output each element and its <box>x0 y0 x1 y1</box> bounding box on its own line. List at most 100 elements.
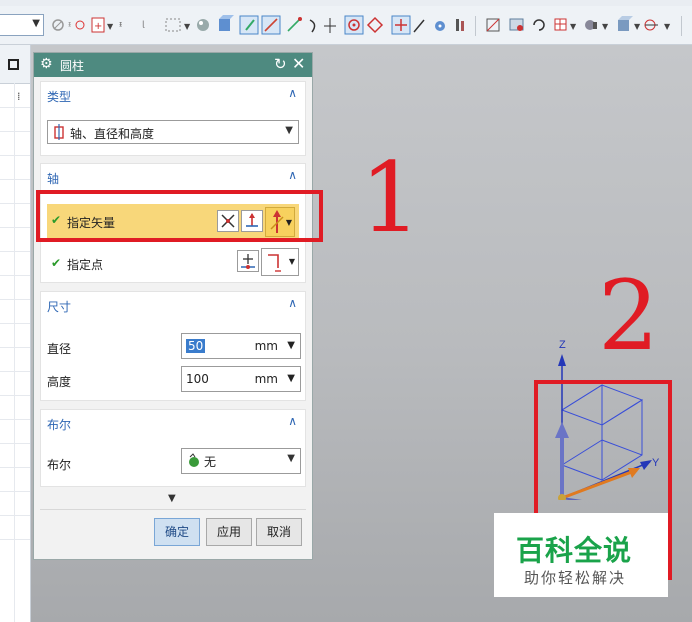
svg-text:ᶧ: ᶧ <box>68 19 72 35</box>
watermark-title: 百科全说 <box>516 534 633 567</box>
shaded-cube-icon[interactable] <box>618 16 633 31</box>
view-icon[interactable] <box>486 18 500 32</box>
cancel-button[interactable]: 取消 <box>256 518 302 546</box>
navigator-row <box>0 491 30 492</box>
svg-text:ᶩ: ᶩ <box>142 19 146 35</box>
navigator-row <box>0 251 30 252</box>
z-axis-arrow <box>558 354 566 366</box>
navigator-divider <box>14 83 15 622</box>
annotation-label-1: 1 <box>360 142 422 254</box>
apply-button[interactable]: 应用 <box>206 518 252 546</box>
chevron-down-icon[interactable]: ▼ <box>287 340 295 351</box>
diameter-label: 直径 <box>47 342 72 356</box>
footer-divider <box>40 509 306 510</box>
collapse-caret-icon[interactable]: ∧ <box>288 414 297 428</box>
navigator-row <box>0 131 30 132</box>
normal-icon[interactable] <box>324 18 336 33</box>
rotate-icon[interactable] <box>533 19 545 31</box>
navigator-row <box>0 179 30 180</box>
navigator-row <box>0 323 30 324</box>
navigator-row <box>0 107 30 108</box>
visibility-icon[interactable] <box>644 19 658 31</box>
height-value: 100 <box>186 372 209 386</box>
navigator-row <box>0 203 30 204</box>
type-select-value: 轴、直径和高度 <box>70 127 155 141</box>
scale-icon[interactable]: ᶩ <box>142 19 146 35</box>
collapse-caret-icon[interactable]: ∧ <box>288 296 297 310</box>
maximize-icon[interactable] <box>8 59 19 70</box>
boolean-label: 布尔 <box>47 458 72 472</box>
chevron-down-icon[interactable]: ▼ <box>664 22 671 31</box>
chevron-down-icon[interactable]: ▼ <box>287 373 295 384</box>
boolean-section: 布尔 ∧ 布尔 无 ▼ <box>40 409 306 487</box>
toolbar-icons: ᶧ + ▼ ᶧ ᶩ ▼ ▼ ▼ ▼ ▼ <box>52 15 682 36</box>
type-section: 类型 ∧ 轴、直径和高度 ▼ <box>40 81 306 156</box>
navigator-row <box>0 419 30 420</box>
move-icon[interactable]: ᶧ <box>119 19 123 35</box>
point-snap-icon[interactable]: ᶧ <box>68 19 85 35</box>
cylinder-axis-icon <box>54 124 64 140</box>
navigator-row <box>0 299 30 300</box>
diameter-value: 50 <box>186 339 206 353</box>
window-icon[interactable] <box>509 18 524 31</box>
diameter-unit: mm <box>254 339 278 353</box>
collapse-caret-icon[interactable]: ∧ <box>288 168 297 182</box>
chevron-down-icon: ▼ <box>285 125 293 136</box>
type-section-title[interactable]: 类型 <box>47 88 71 105</box>
point-dialog-button[interactable] <box>237 250 259 272</box>
height-input[interactable]: 100 mm ▼ <box>181 366 301 392</box>
select-icon[interactable]: + <box>91 17 105 33</box>
navigator-row <box>0 371 30 372</box>
point-dialog-icon <box>241 254 255 269</box>
sphere-icon[interactable] <box>197 19 209 31</box>
chevron-down-icon[interactable]: ▼ <box>634 22 641 31</box>
cube-icon[interactable] <box>219 15 234 31</box>
navigator-row <box>0 155 30 156</box>
height-unit: mm <box>254 372 278 386</box>
z-axis-label: Z <box>559 339 566 351</box>
line-end-icon[interactable] <box>287 17 302 32</box>
dialog-title: 圆柱 <box>60 59 85 73</box>
boolean-section-title[interactable]: 布尔 <box>47 416 71 433</box>
chevron-down-icon: ▼ <box>287 453 295 464</box>
column-marker: ⁞ <box>17 90 21 103</box>
navigator-row <box>0 347 30 348</box>
boolean-none-icon <box>189 453 199 467</box>
snap-icon[interactable] <box>52 19 64 31</box>
boolean-select[interactable]: 无 ▼ <box>181 448 301 474</box>
quadrant-icon[interactable] <box>366 16 384 34</box>
svg-text:+: + <box>94 21 102 32</box>
chevron-down-icon[interactable]: ▼ <box>602 22 609 31</box>
chevron-down-icon[interactable]: ▼ <box>184 22 191 31</box>
diameter-input[interactable]: 50 mm ▼ <box>181 333 301 359</box>
grid-icon[interactable] <box>554 18 567 31</box>
specify-point-label: 指定点 <box>67 258 104 272</box>
tangent-icon[interactable] <box>413 19 425 33</box>
dialog-titlebar: ⚙ 圆柱 ↻ ✕ <box>34 53 312 77</box>
point-on-face-icon[interactable] <box>435 21 445 31</box>
svg-text:ᶧ: ᶧ <box>119 19 123 35</box>
watermark: 百科全说 助你轻松解决 <box>494 513 668 597</box>
more-options-icon[interactable]: ▼ <box>168 493 176 504</box>
collapse-caret-icon[interactable]: ∧ <box>288 86 297 100</box>
dimensions-section: 尺寸 ∧ 直径 50 mm ▼ 高度 100 mm ▼ <box>40 291 306 401</box>
render-style-icon[interactable] <box>585 20 597 30</box>
ok-button[interactable]: 确定 <box>154 518 200 546</box>
navigator-row <box>0 227 30 228</box>
axis-section-title[interactable]: 轴 <box>47 170 59 187</box>
gear-icon: ⚙ <box>40 56 53 72</box>
bars-icon[interactable] <box>456 19 464 31</box>
box-select-icon[interactable] <box>165 18 181 32</box>
chevron-down-icon[interactable]: ▼ <box>570 22 577 31</box>
dimensions-section-title[interactable]: 尺寸 <box>47 298 71 315</box>
navigator-row <box>0 395 30 396</box>
chevron-down-icon[interactable]: ▼ <box>107 22 114 31</box>
navigator-row <box>0 443 30 444</box>
boolean-select-value: 无 <box>204 455 217 469</box>
arc-icon[interactable] <box>309 19 316 33</box>
type-select[interactable]: 轴、直径和高度 ▼ <box>47 120 299 144</box>
reset-icon[interactable]: ↻ <box>274 55 287 73</box>
height-label: 高度 <box>47 375 72 389</box>
close-icon[interactable]: ✕ <box>292 54 305 73</box>
point-type-dropdown[interactable]: ▼ <box>261 248 299 276</box>
